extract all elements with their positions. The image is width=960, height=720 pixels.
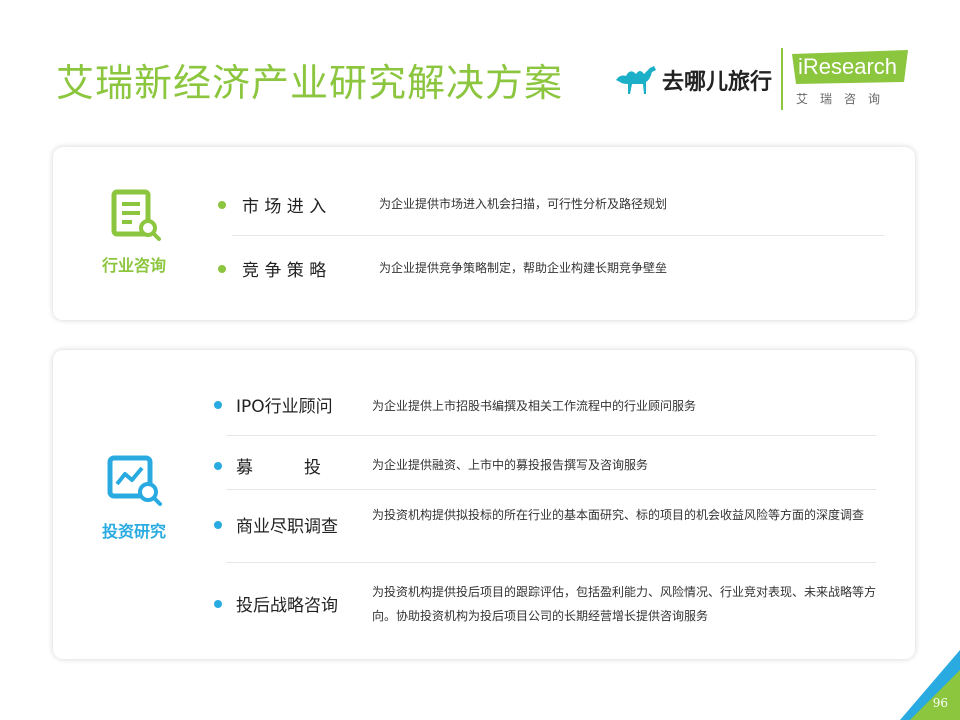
service-name: 募 投: [236, 458, 321, 478]
camel-icon: [616, 66, 656, 94]
iresearch-cn-text: 艾瑞咨询: [796, 92, 893, 106]
service-description: 为投资机构提供拟投标的所在行业的基本面研究、标的项目的机会收益风险等方面的深度调…: [372, 508, 865, 522]
chart-search-icon: [107, 455, 162, 506]
bullet-dot: [214, 520, 222, 529]
page-number: 96: [932, 696, 948, 710]
qunar-brand-text: 去哪儿旅行: [662, 70, 773, 95]
service-name: 商业尽职调查: [236, 517, 338, 537]
service-name: 市 场 进 入: [242, 197, 327, 217]
service-item-due-diligence: 商业尽职调查: [214, 512, 338, 537]
service-description: 为企业提供竞争策略制定，帮助企业构建长期竞争壁垒: [379, 261, 668, 275]
industry-consulting-card: [53, 147, 915, 320]
service-description: 为企业提供融资、上市中的募投报告撰写及咨询服务: [372, 458, 649, 472]
bullet-dot: [218, 200, 226, 209]
service-item-competitive-strategy: 竞 争 策 略: [218, 256, 326, 281]
row-divider: [232, 235, 884, 236]
category-label: 投资研究: [101, 522, 166, 541]
logo-divider: [781, 48, 783, 110]
category-label: 行业咨询: [101, 256, 166, 275]
row-divider: [226, 562, 876, 563]
bullet-dot: [218, 264, 226, 273]
service-item-fundraising: 募 投: [214, 453, 321, 478]
industry-consulting-category: 行业咨询: [92, 186, 176, 276]
investment-research-category: 投资研究: [92, 452, 176, 542]
service-item-market-entry: 市 场 进 入: [218, 192, 326, 217]
row-divider: [226, 435, 876, 436]
service-name: 投后战略咨询: [236, 596, 338, 616]
corner-decoration: [900, 650, 960, 720]
service-description: 为企业提供上市招股书编撰及相关工作流程中的行业顾问服务: [372, 399, 697, 413]
qunar-logo: 去哪儿旅行: [614, 58, 772, 102]
iresearch-logo: iResearch 艾瑞咨询: [790, 50, 918, 110]
service-description: 为投资机构提供投后项目的跟踪评估，包括盈利能力、风险情况、行业竞对表现、未来战略…: [372, 585, 877, 623]
document-search-icon: [111, 189, 161, 241]
service-description: 为企业提供市场进入机会扫描，可行性分析及路径规划: [379, 197, 668, 211]
service-item-post-investment-strategy: 投后战略咨询: [214, 591, 338, 616]
bullet-dot: [214, 400, 222, 409]
iresearch-text: iResearch: [798, 54, 898, 79]
bullet-dot: [214, 461, 222, 470]
service-name: 竞 争 策 略: [242, 261, 327, 281]
service-name: IPO行业顾问: [236, 397, 333, 417]
page-title: 艾瑞新经济产业研究解决方案: [56, 61, 564, 105]
service-item-ipo-advisory: IPO行业顾问: [214, 392, 333, 417]
row-divider: [226, 489, 876, 490]
bullet-dot: [214, 599, 222, 608]
